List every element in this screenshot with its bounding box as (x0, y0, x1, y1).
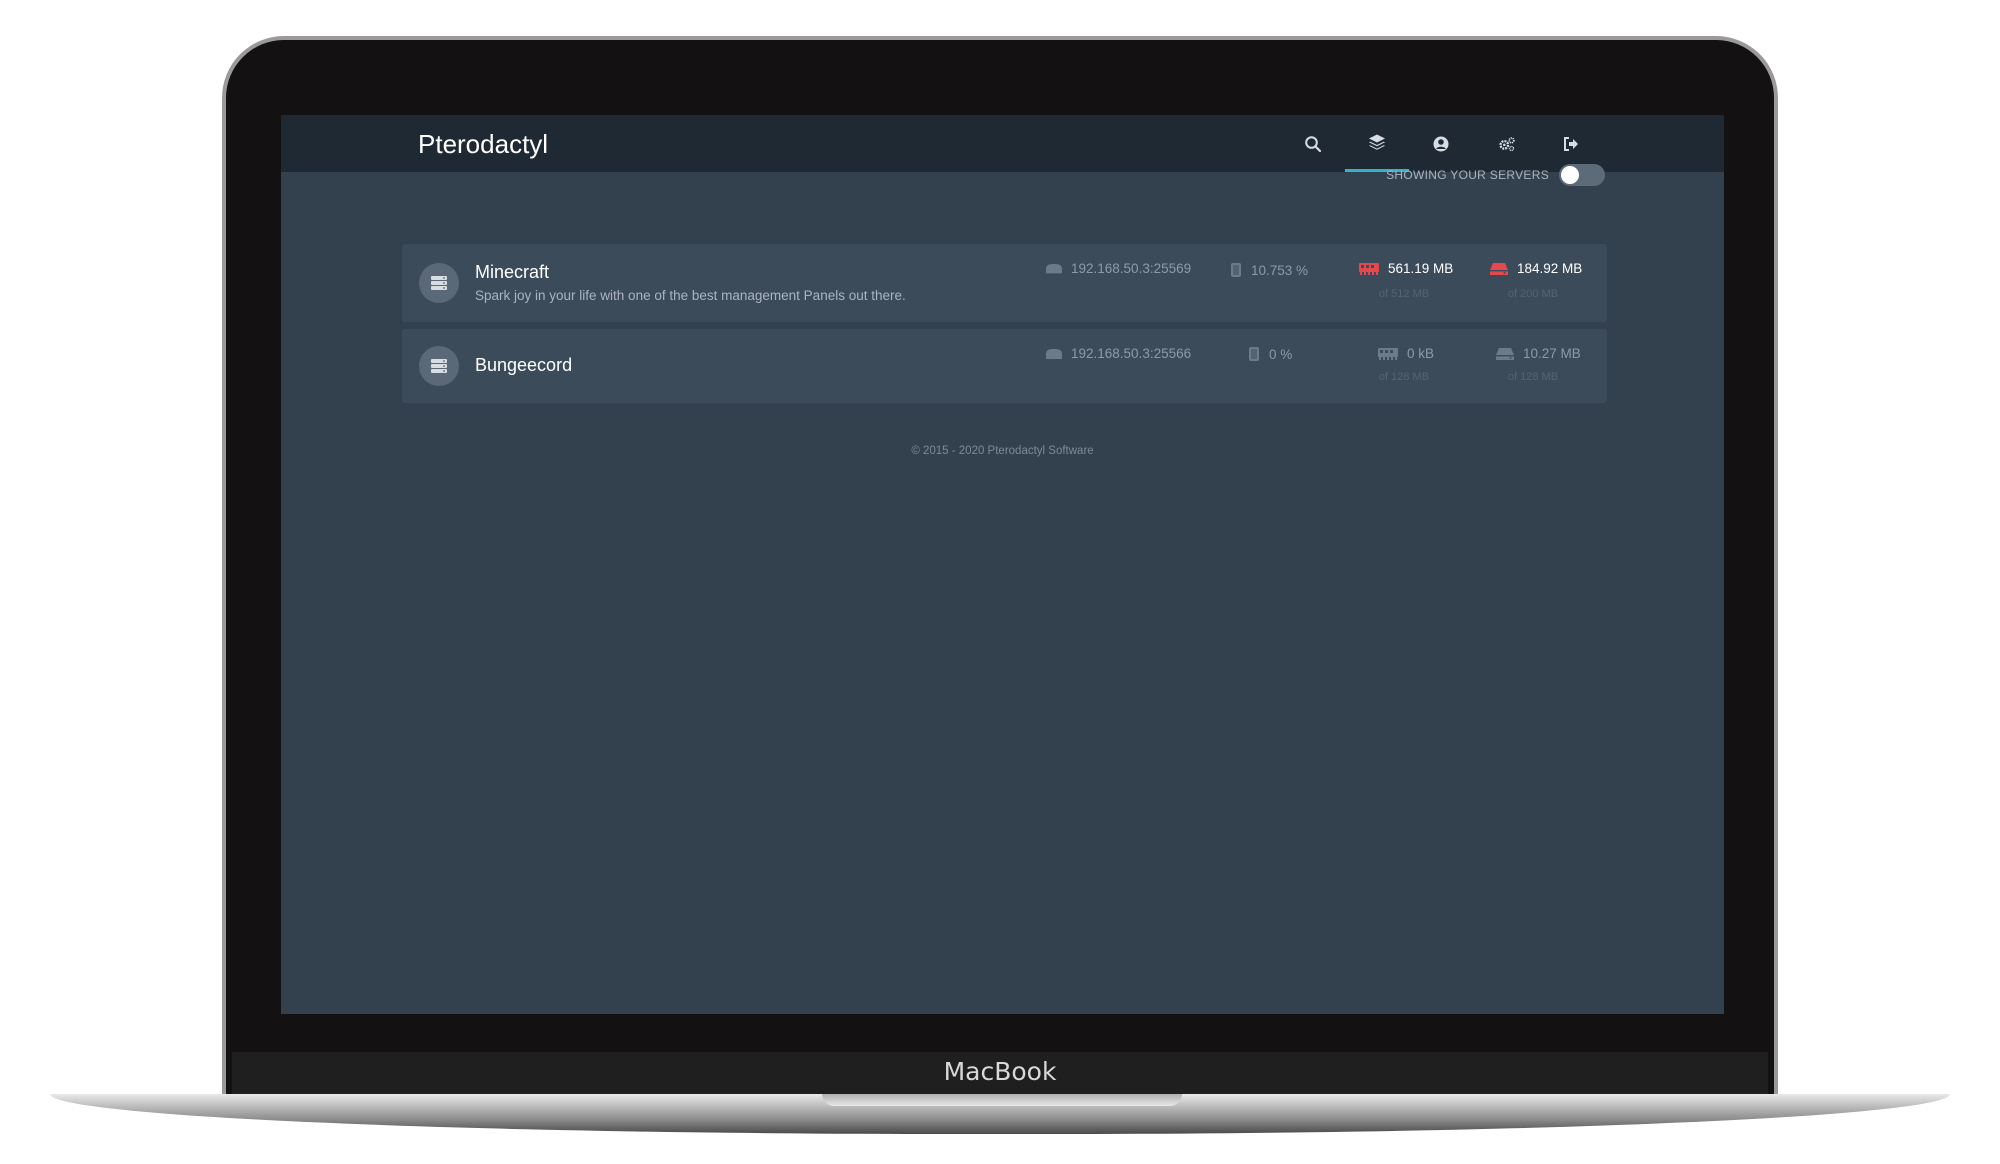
server-name: Bungeecord (475, 355, 573, 375)
laptop-notch (822, 1094, 1182, 1106)
layers-icon (1369, 134, 1385, 150)
app-screen: Pterodactyl SHOWING YOUR SERVERS Minecra… (281, 115, 1724, 1014)
footer-copyright: © 2015 - 2020 Pterodactyl Software (911, 445, 1094, 457)
memory-icon (1359, 262, 1379, 275)
server-icon (419, 263, 459, 303)
app-logo[interactable]: Pterodactyl (418, 129, 548, 160)
network-icon (1046, 348, 1062, 359)
server-cpu: 10.753 % (1251, 262, 1309, 278)
toggle-knob (1561, 166, 1579, 184)
laptop-brand: MacBook (943, 1057, 1057, 1086)
server-filter-toggle-group: SHOWING YOUR SERVERS (1386, 162, 1605, 188)
memory-stat: 0 kB (1377, 346, 1434, 361)
server-memory-limit: of 128 MB (1378, 371, 1430, 383)
toggle-label: SHOWING YOUR SERVERS (1386, 168, 1549, 182)
server-row-bungeecord[interactable]: Bungeecord 192.168.50.3:25566 0 % 0 kB o… (402, 329, 1607, 403)
server-memory-used: 0 kB (1407, 346, 1435, 361)
cogs-icon (1499, 136, 1515, 151)
memory-stat: 561.19 MB (1358, 261, 1453, 276)
network-icon (1046, 263, 1062, 275)
server-memory-used: 561.19 MB (1388, 261, 1454, 276)
server-icon (419, 346, 459, 386)
server-description: Spark joy in your life with one of the b… (475, 288, 906, 303)
cpu-stat: 0 % (1247, 346, 1292, 362)
sign-out-icon (1564, 136, 1578, 151)
server-memory-limit: of 512 MB (1378, 288, 1430, 300)
search-icon (1305, 135, 1322, 152)
cpu-stat: 10.753 % (1229, 262, 1308, 278)
cpu-icon (1249, 347, 1259, 361)
allocation-stat: 192.168.50.3:25566 (1045, 346, 1191, 361)
cpu-icon (1231, 263, 1241, 277)
show-all-servers-toggle[interactable] (1559, 164, 1605, 186)
server-allocation: 192.168.50.3:25569 (1071, 261, 1192, 276)
hdd-icon (1490, 262, 1508, 275)
server-name: Minecraft (475, 262, 550, 282)
server-disk-limit: of 200 MB (1507, 288, 1559, 300)
server-disk-limit: of 128 MB (1507, 371, 1559, 383)
server-disk-used: 10.27 MB (1523, 346, 1581, 361)
disk-stat: 184.92 MB (1489, 261, 1582, 276)
disk-stat: 10.27 MB (1495, 346, 1581, 361)
hdd-icon (1496, 347, 1514, 360)
memory-icon (1378, 347, 1398, 360)
allocation-stat: 192.168.50.3:25569 (1045, 261, 1191, 276)
nav-search[interactable] (1281, 115, 1345, 172)
server-row-minecraft[interactable]: Minecraft Spark joy in your life with on… (402, 244, 1607, 322)
server-disk-used: 184.92 MB (1517, 261, 1583, 276)
server-cpu: 0 % (1269, 346, 1293, 362)
server-allocation: 192.168.50.3:25566 (1071, 346, 1192, 361)
user-circle-icon (1433, 136, 1449, 151)
